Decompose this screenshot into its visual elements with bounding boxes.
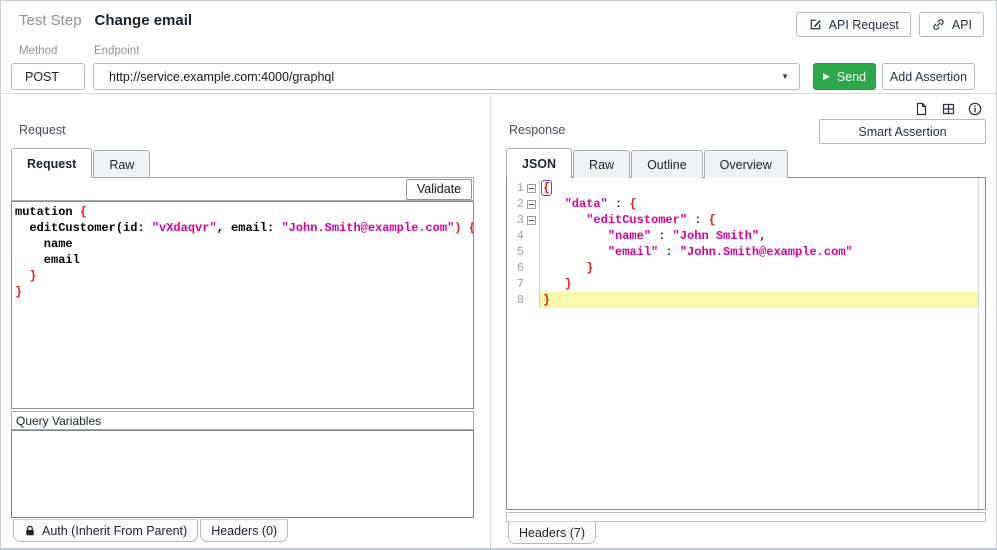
collapse-icon[interactable] bbox=[527, 215, 536, 225]
request-tabs: Request Raw bbox=[11, 148, 151, 178]
line-number: 2 bbox=[516, 197, 524, 211]
code-text: } bbox=[586, 261, 594, 275]
code-text: "name" : "John Smith", bbox=[607, 229, 767, 243]
response-code-line: 6 } bbox=[507, 260, 985, 276]
page-title: Change email bbox=[94, 12, 193, 29]
grid-layout-icon[interactable] bbox=[939, 100, 956, 117]
response-panel-title: Response bbox=[509, 123, 566, 137]
api-request-button[interactable]: API Request bbox=[795, 12, 911, 37]
code-text: "email" : "John.Smith@example.com" bbox=[607, 245, 853, 259]
response-headers-tab[interactable]: Headers (7) bbox=[508, 521, 596, 544]
send-button[interactable]: ▶ Send bbox=[813, 63, 876, 90]
fold-gutter bbox=[524, 292, 540, 308]
link-icon bbox=[931, 17, 946, 32]
new-page-icon[interactable] bbox=[912, 100, 929, 117]
fold-gutter bbox=[524, 276, 540, 292]
response-code-line: 2 "data" : { bbox=[507, 196, 985, 212]
response-code-line: 8} bbox=[507, 292, 985, 308]
smart-assertion-button[interactable]: Smart Assertion bbox=[819, 119, 986, 144]
response-bottom-tabs: Headers (7) bbox=[508, 521, 596, 544]
title-row: Test Step Change email bbox=[19, 12, 192, 29]
api-buttons-group: API Request API bbox=[795, 12, 984, 37]
response-code-line: 7 } bbox=[507, 276, 985, 292]
response-code-line: 5 "email" : "John.Smith@example.com" bbox=[507, 244, 985, 260]
tab-outline[interactable]: Outline bbox=[631, 150, 703, 178]
method-label: Method bbox=[19, 45, 58, 57]
collapse-icon[interactable] bbox=[527, 183, 536, 193]
test-step-window: Test Step Change email API Request API M… bbox=[0, 0, 997, 550]
request-code-line: mutation { bbox=[15, 205, 88, 219]
api-button[interactable]: API bbox=[918, 12, 984, 37]
endpoint-combobox[interactable]: http://service.example.com:4000/graphql … bbox=[93, 63, 800, 90]
request-toolbar: Validate bbox=[11, 177, 474, 201]
line-number: 7 bbox=[516, 277, 524, 291]
validate-button[interactable]: Validate bbox=[406, 178, 472, 200]
code-text: "editCustomer" : { bbox=[586, 213, 716, 227]
response-toolbar-icons bbox=[912, 100, 983, 117]
line-number: 1 bbox=[516, 181, 524, 195]
line-number: 4 bbox=[516, 229, 524, 243]
request-headers-tab[interactable]: Headers (0) bbox=[200, 519, 289, 542]
query-variables-bar: Query Variables bbox=[11, 411, 474, 430]
edit-icon bbox=[808, 17, 823, 32]
auth-tab[interactable]: Auth (Inherit From Parent) bbox=[13, 519, 199, 542]
response-editor[interactable]: 1{2 "data" : {3 "editCustomer" : {4 "nam… bbox=[506, 177, 986, 510]
tab-json[interactable]: JSON bbox=[506, 148, 573, 178]
header: Test Step Change email API Request API M… bbox=[1, 1, 996, 94]
line-number: 8 bbox=[516, 293, 524, 307]
response-vertical-scrollbar[interactable] bbox=[978, 178, 985, 509]
request-editor[interactable]: mutation { editCustomer(id: "vXdaqvr", e… bbox=[11, 201, 474, 409]
code-text: { bbox=[541, 180, 553, 196]
request-code-line: email bbox=[15, 253, 80, 267]
fold-gutter bbox=[524, 260, 540, 276]
response-code-line: 3 "editCustomer" : { bbox=[507, 212, 985, 228]
lock-icon bbox=[24, 524, 36, 537]
endpoint-value: http://service.example.com:4000/graphql bbox=[109, 69, 335, 84]
request-code-line: } bbox=[15, 285, 23, 299]
query-variables-editor[interactable] bbox=[11, 430, 474, 518]
line-number: 5 bbox=[516, 245, 524, 259]
tab-raw-response[interactable]: Raw bbox=[573, 150, 631, 178]
fold-gutter[interactable] bbox=[524, 196, 540, 212]
tab-request[interactable]: Request bbox=[11, 148, 93, 178]
response-code-line: 1{ bbox=[507, 180, 985, 196]
code-text: } bbox=[540, 292, 985, 308]
request-code-line: name bbox=[15, 237, 73, 251]
add-assertion-button[interactable]: Add Assertion bbox=[882, 63, 975, 90]
collapse-icon[interactable] bbox=[527, 199, 536, 209]
tab-raw-request[interactable]: Raw bbox=[93, 150, 151, 178]
fold-gutter[interactable] bbox=[524, 180, 540, 196]
request-code-line: editCustomer(id: "vXdaqvr", email: "John… bbox=[15, 221, 474, 235]
test-step-kicker: Test Step bbox=[19, 12, 82, 29]
response-tabs: JSON Raw Outline Overview bbox=[506, 148, 789, 178]
info-icon[interactable] bbox=[966, 100, 983, 117]
tab-overview[interactable]: Overview bbox=[703, 150, 788, 178]
request-bottom-tabs: Auth (Inherit From Parent) Headers (0) bbox=[13, 519, 289, 542]
code-text: } bbox=[564, 277, 572, 291]
code-text: "data" : { bbox=[564, 197, 637, 211]
play-icon: ▶ bbox=[822, 71, 830, 81]
request-code-line: } bbox=[15, 269, 37, 283]
line-number: 3 bbox=[516, 213, 524, 227]
chevron-down-icon[interactable]: ▼ bbox=[781, 72, 789, 81]
line-number: 6 bbox=[516, 261, 524, 275]
fold-gutter bbox=[524, 228, 540, 244]
fold-gutter[interactable] bbox=[524, 212, 540, 228]
endpoint-label: Endpoint bbox=[94, 45, 140, 57]
request-panel-title: Request bbox=[19, 123, 66, 137]
panel-divider bbox=[490, 95, 491, 548]
method-selector[interactable]: POST bbox=[11, 63, 85, 90]
fold-gutter bbox=[524, 244, 540, 260]
response-code-line: 4 "name" : "John Smith", bbox=[507, 228, 985, 244]
